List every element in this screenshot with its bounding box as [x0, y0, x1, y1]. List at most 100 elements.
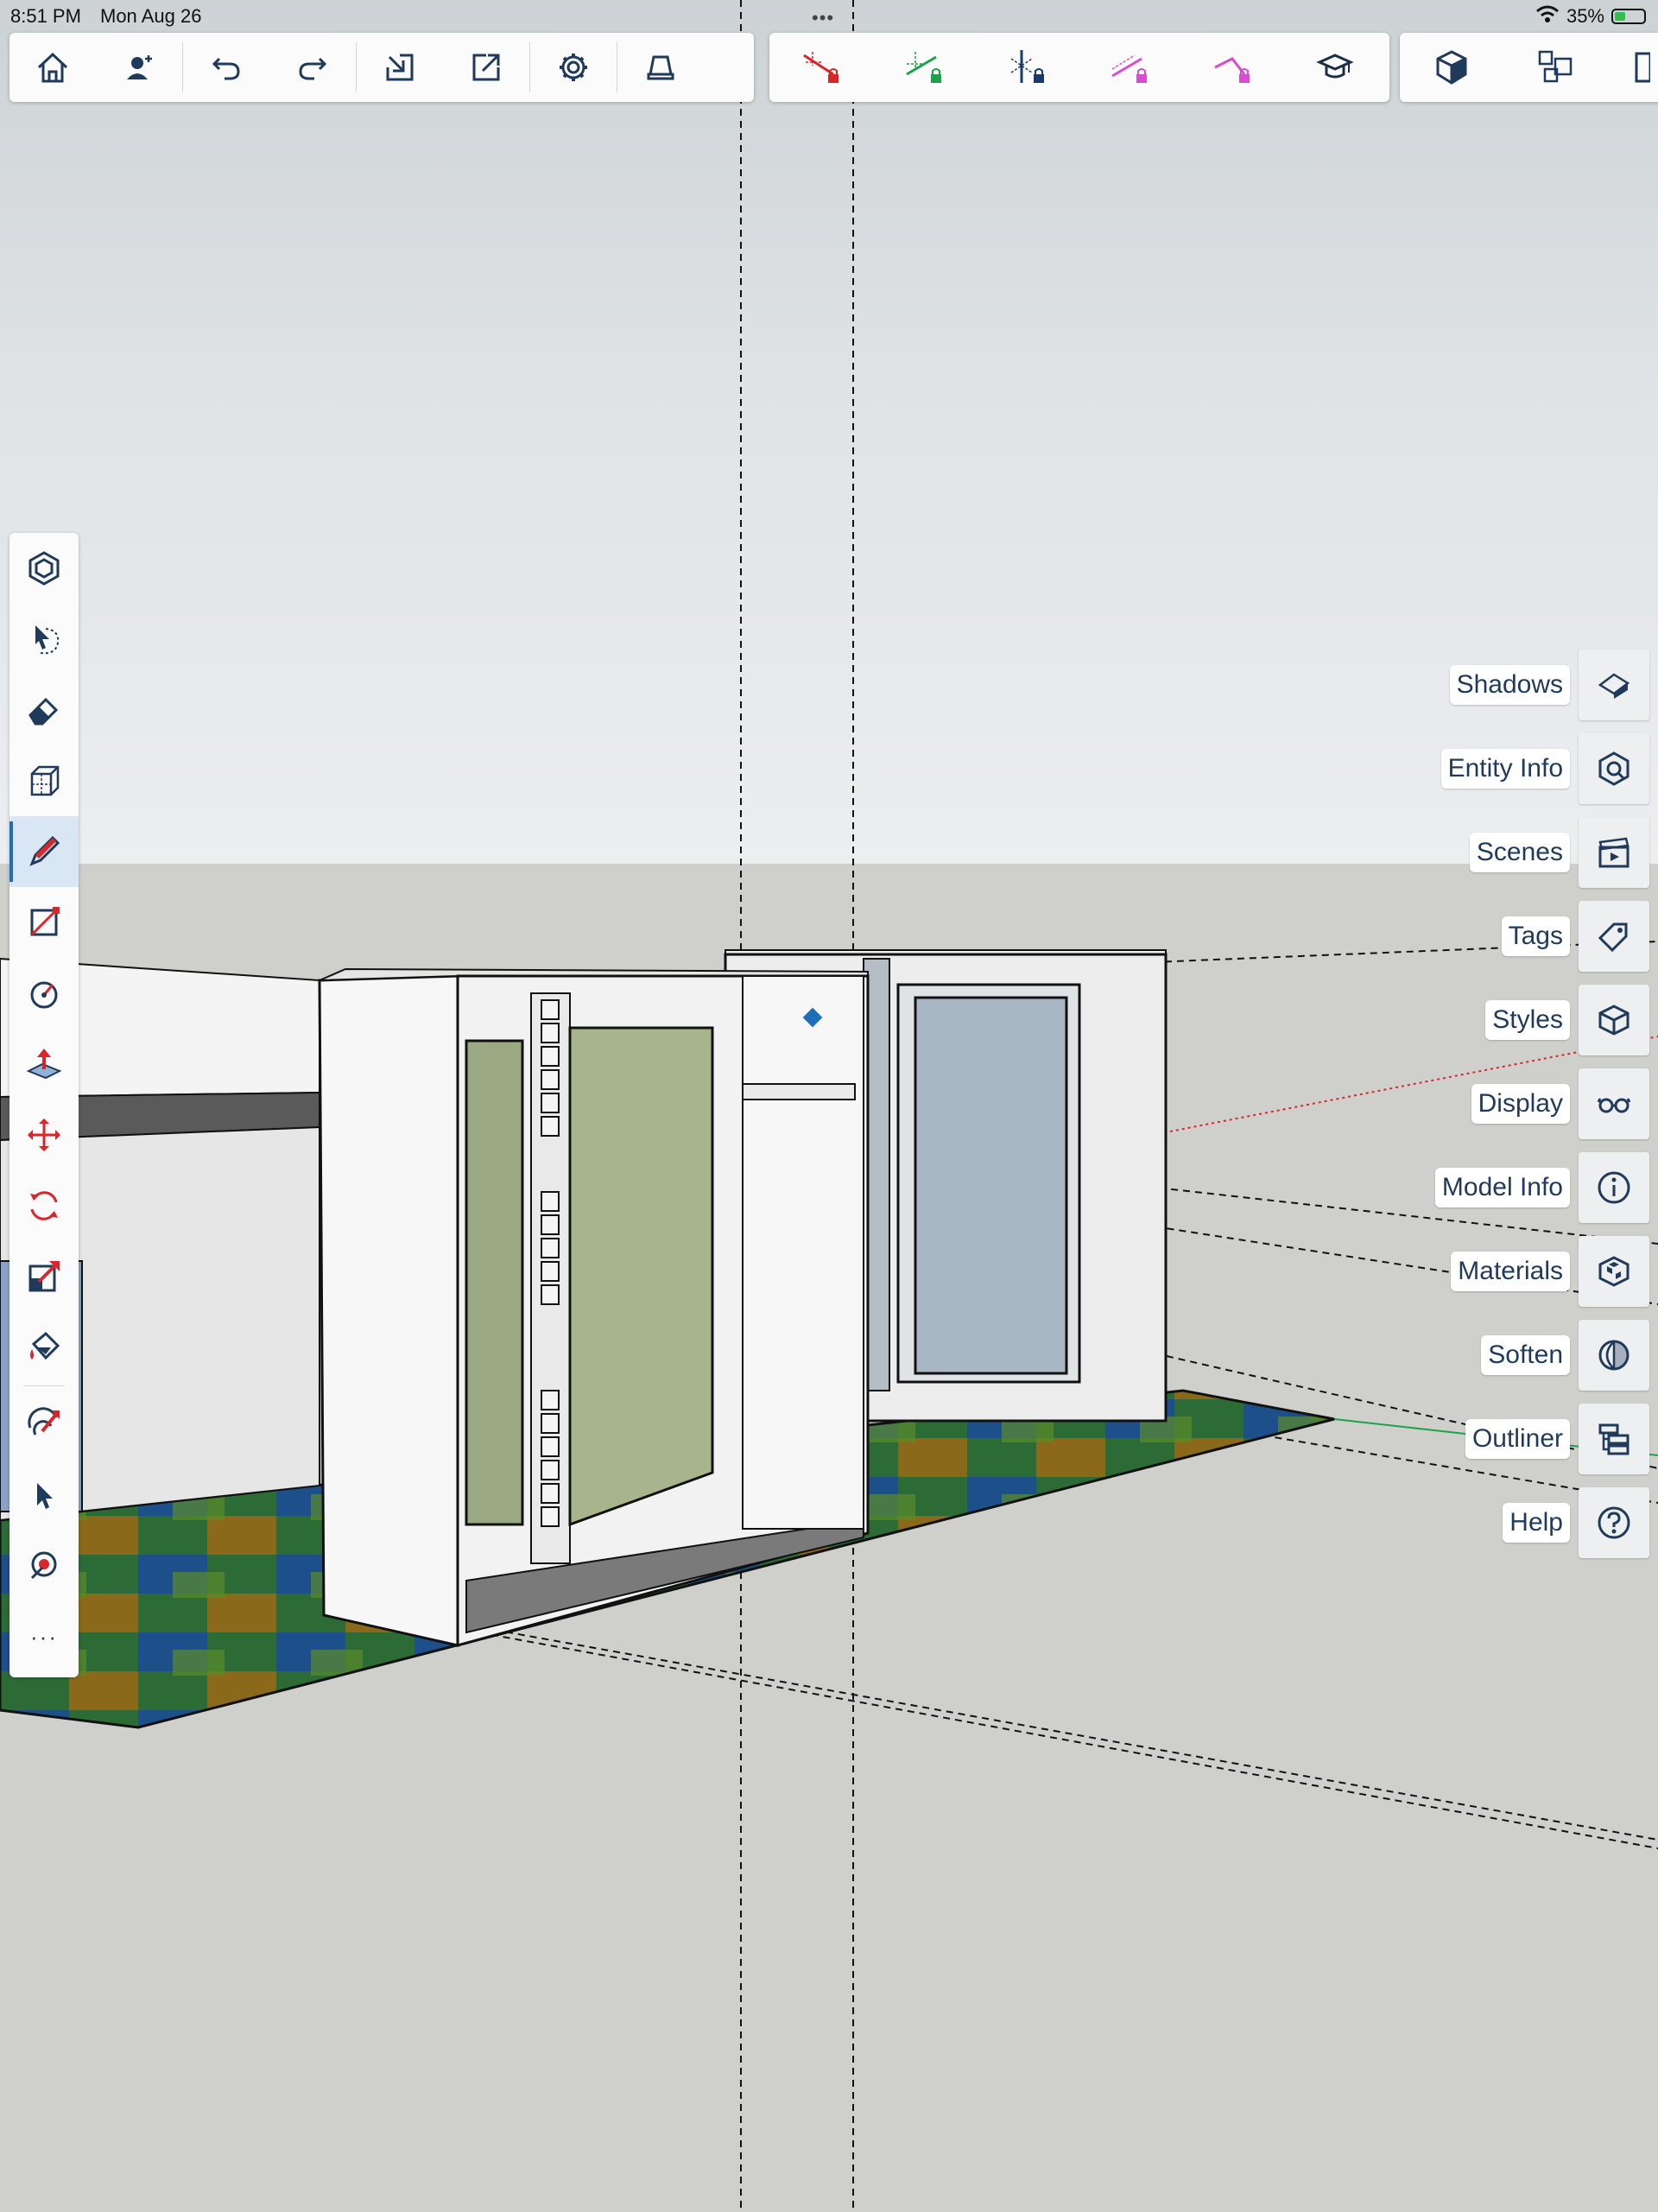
- styles-button[interactable]: [1579, 985, 1649, 1055]
- view-button[interactable]: [617, 33, 704, 102]
- lock-magenta-2-icon: [1213, 57, 1250, 83]
- tool-box[interactable]: [9, 745, 79, 816]
- center-right-panel: [742, 975, 864, 1530]
- status-date: Mon Aug 26: [100, 5, 202, 27]
- views-more-button[interactable]: [1607, 33, 1658, 102]
- lock-magenta-2-button[interactable]: [1180, 33, 1283, 102]
- tool-scale[interactable]: [9, 1241, 79, 1312]
- lock-green-axis-button[interactable]: [872, 33, 975, 102]
- panel-label-materials[interactable]: Materials: [1451, 1252, 1570, 1291]
- panel-label-scenes[interactable]: Scenes: [1469, 833, 1570, 872]
- eraser-view-icon: [647, 55, 674, 80]
- lock-magenta-icon: [1111, 54, 1147, 83]
- panel-label-help[interactable]: Help: [1503, 1503, 1570, 1543]
- entity-info-button[interactable]: [1579, 733, 1649, 804]
- panel-label-display[interactable]: Display: [1471, 1084, 1570, 1124]
- scale-icon: [28, 1261, 60, 1292]
- scenes-button[interactable]: [1579, 817, 1649, 888]
- tags-icon: [1598, 922, 1628, 953]
- help-icon: [1598, 1506, 1630, 1539]
- settings-button[interactable]: [530, 33, 617, 102]
- panel-soften[interactable]: Soften: [1481, 1320, 1649, 1391]
- model-info-button[interactable]: [1579, 1152, 1649, 1223]
- select-arrow-icon: [37, 1483, 53, 1509]
- shadows-icon: [1598, 673, 1630, 699]
- tool-more-button[interactable]: ···: [9, 1601, 79, 1672]
- tags-button[interactable]: [1579, 901, 1649, 972]
- soften-button[interactable]: [1579, 1320, 1649, 1391]
- components-button[interactable]: [1503, 33, 1607, 102]
- orbit-icon: [28, 1407, 60, 1436]
- panel-outliner[interactable]: Outliner: [1465, 1404, 1649, 1474]
- help-button[interactable]: [1579, 1487, 1649, 1558]
- inference-toolbar: [769, 33, 1389, 102]
- tool-pencil[interactable]: [9, 816, 79, 887]
- views-more-icon: [1635, 52, 1650, 83]
- home-button[interactable]: [9, 33, 96, 102]
- tool-tape-measure[interactable]: [9, 1531, 79, 1601]
- lock-green-axis-icon: [905, 52, 941, 83]
- tool-eraser[interactable]: [9, 675, 79, 745]
- tool-orbit[interactable]: [9, 1389, 79, 1460]
- tool-components[interactable]: [9, 533, 79, 604]
- panel-shadows[interactable]: Shadows: [1449, 650, 1649, 720]
- tool-push-pull[interactable]: [9, 1029, 79, 1100]
- right-door-glass: [914, 996, 1068, 1375]
- outliner-icon: [1598, 1423, 1630, 1455]
- eraser-icon: [28, 697, 59, 726]
- panel-help[interactable]: Help: [1503, 1487, 1649, 1558]
- import-button[interactable]: [357, 33, 443, 102]
- shadows-button[interactable]: [1579, 650, 1649, 720]
- export-button[interactable]: [443, 33, 529, 102]
- panel-entity-info[interactable]: Entity Info: [1440, 733, 1649, 804]
- soften-icon: [1598, 1340, 1630, 1371]
- tool-rectangle[interactable]: [9, 887, 79, 958]
- standard-views-button[interactable]: [1400, 33, 1503, 102]
- styles-icon: [1598, 1005, 1630, 1036]
- panel-label-model-info[interactable]: Model Info: [1434, 1168, 1570, 1207]
- view-iso-icon: [1436, 50, 1467, 85]
- multitask-dots[interactable]: •••: [812, 7, 834, 29]
- panel-materials[interactable]: Materials: [1451, 1236, 1649, 1307]
- model-viewport[interactable]: [0, 0, 1658, 2212]
- tool-move[interactable]: [9, 1100, 79, 1170]
- tool-circle[interactable]: [9, 958, 79, 1029]
- add-user-icon: [127, 55, 152, 79]
- panel-styles[interactable]: Styles: [1485, 985, 1649, 1055]
- status-right: 35%: [1535, 4, 1646, 29]
- panel-label-soften[interactable]: Soften: [1481, 1335, 1570, 1375]
- panel-label-entity-info[interactable]: Entity Info: [1440, 749, 1570, 789]
- undo-button[interactable]: [183, 33, 269, 102]
- scenes-icon: [1598, 837, 1630, 868]
- lock-blue-axis-button[interactable]: [975, 33, 1078, 102]
- panel-display[interactable]: Display: [1471, 1068, 1649, 1139]
- components-tool-icon: [28, 551, 60, 586]
- panel-scenes[interactable]: Scenes: [1469, 817, 1649, 888]
- panel-label-styles[interactable]: Styles: [1485, 1000, 1570, 1040]
- center-left-glass: [465, 1039, 524, 1526]
- panel-label-tags[interactable]: Tags: [1501, 916, 1570, 956]
- battery-icon: [1611, 9, 1646, 24]
- collaborate-button[interactable]: [96, 33, 182, 102]
- panel-model-info[interactable]: Model Info: [1434, 1152, 1649, 1223]
- import-icon: [386, 54, 414, 81]
- tool-select[interactable]: [9, 1460, 79, 1531]
- tool-rotate[interactable]: [9, 1170, 79, 1241]
- push-pull-icon: [26, 1049, 62, 1080]
- learn-button[interactable]: [1283, 33, 1386, 102]
- lock-magenta-button[interactable]: [1078, 33, 1180, 102]
- lock-red-axis-button[interactable]: [769, 33, 872, 102]
- panel-label-shadows[interactable]: Shadows: [1449, 665, 1570, 705]
- display-button[interactable]: [1579, 1068, 1649, 1139]
- panel-tags[interactable]: Tags: [1501, 901, 1649, 972]
- redo-icon: [299, 57, 327, 80]
- tool-separator: [23, 1385, 65, 1386]
- lock-blue-axis-icon: [1010, 50, 1044, 83]
- panel-label-outliner[interactable]: Outliner: [1465, 1419, 1570, 1459]
- status-time: 8:51 PM: [10, 5, 81, 27]
- tool-paint-bucket[interactable]: [9, 1312, 79, 1383]
- outliner-button[interactable]: [1579, 1404, 1649, 1474]
- redo-button[interactable]: [269, 33, 356, 102]
- materials-button[interactable]: [1579, 1236, 1649, 1307]
- tool-lasso-select[interactable]: [9, 604, 79, 675]
